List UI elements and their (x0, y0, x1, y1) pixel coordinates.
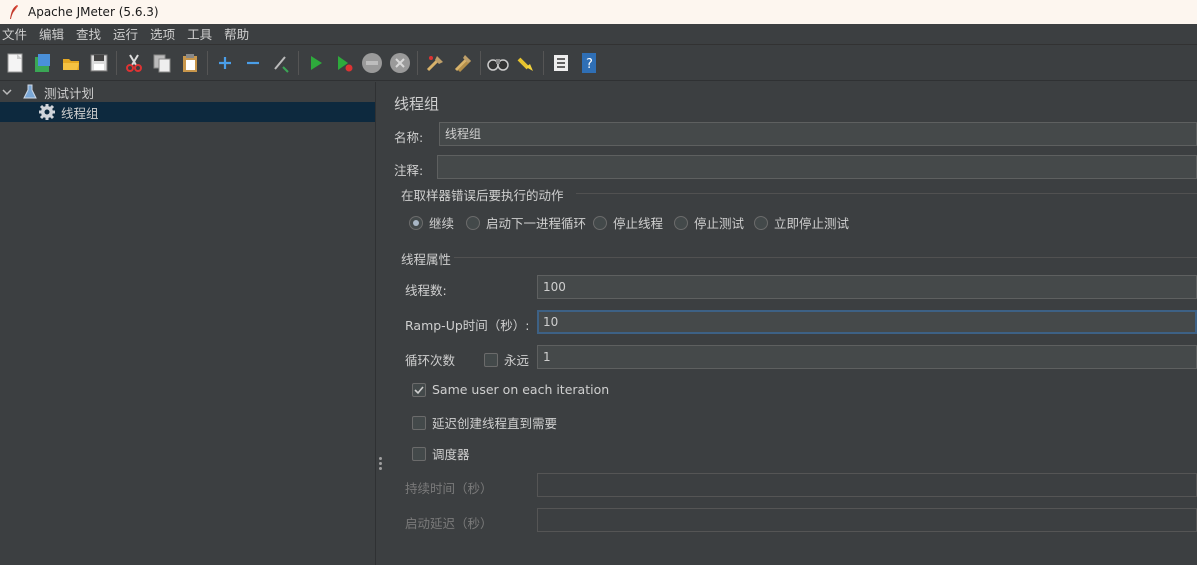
reset-search-icon[interactable] (515, 52, 537, 74)
name-label: 名称: (394, 130, 424, 145)
window-title: Apache JMeter (5.6.3) (28, 5, 159, 19)
radio-continue[interactable]: 继续 (409, 213, 454, 232)
gear-icon (37, 103, 57, 121)
checkbox-box[interactable] (412, 415, 426, 430)
shutdown-icon[interactable] (389, 52, 411, 74)
help-icon[interactable]: ? (578, 52, 600, 74)
toolbar-separator (207, 50, 208, 75)
startup-delay-field (537, 508, 1197, 532)
comment-label: 注释: (394, 163, 424, 178)
templates-icon[interactable] (32, 52, 54, 74)
radio-label: 停止线程 (613, 216, 664, 231)
startup-delay-label: 启动延迟（秒） (405, 516, 493, 531)
new-icon[interactable] (4, 52, 26, 74)
thread-properties-group-title: 线程属性 (401, 252, 452, 267)
duration-field (537, 473, 1197, 497)
menu-tools[interactable]: 工具 (185, 24, 216, 45)
page-title: 线程组 (394, 95, 440, 113)
radio-label: 立即停止测试 (774, 216, 850, 231)
toolbar-separator (480, 50, 481, 75)
group-divider (454, 257, 1197, 258)
title-bar: Apache JMeter (5.6.3) (0, 0, 1197, 24)
threads-field[interactable]: 100 (537, 275, 1197, 299)
split-pane-divider[interactable] (375, 82, 386, 565)
checkmark-icon (414, 385, 424, 394)
menu-bar: 文件 编辑 查找 运行 选项 工具 帮助 (0, 24, 1197, 45)
checkbox-box[interactable] (484, 352, 498, 367)
rampup-field[interactable]: 10 (537, 310, 1197, 334)
clear-all-icon[interactable] (452, 52, 474, 74)
checkbox-label: 永远 (504, 353, 530, 368)
radio-stop-test[interactable]: 停止测试 (674, 213, 744, 232)
toolbar-separator (116, 50, 117, 75)
toolbar-separator (298, 50, 299, 75)
copy-icon[interactable] (151, 52, 173, 74)
collapse-icon[interactable] (242, 52, 264, 74)
drag-handle-icon[interactable] (379, 457, 383, 471)
chevron-down-icon[interactable] (0, 87, 14, 97)
loop-count-label: 循环次数 (405, 353, 456, 368)
delay-thread-creation-checkbox[interactable]: 延迟创建线程直到需要 (412, 413, 557, 432)
start-icon[interactable] (305, 52, 327, 74)
tree-node-test-plan[interactable]: 测试计划 (0, 82, 375, 102)
forever-checkbox[interactable]: 永远 (484, 350, 529, 369)
radio-label: 停止测试 (694, 216, 745, 231)
comment-field[interactable] (437, 155, 1197, 179)
radio-start-next-loop[interactable]: 启动下一进程循环 (466, 213, 586, 232)
expand-icon[interactable] (214, 52, 236, 74)
open-icon[interactable] (60, 52, 82, 74)
rampup-label: Ramp-Up时间（秒）: (405, 318, 530, 333)
loop-count-field[interactable]: 1 (537, 345, 1197, 369)
search-icon[interactable] (487, 52, 509, 74)
name-field[interactable]: 线程组 (439, 122, 1197, 146)
checkbox-label: 调度器 (432, 447, 470, 462)
function-helper-icon[interactable] (550, 52, 572, 74)
tree-node-label: 测试计划 (44, 85, 95, 101)
radio-label: 继续 (429, 216, 455, 231)
svg-text:?: ? (586, 57, 593, 72)
radio-stop-thread[interactable]: 停止线程 (593, 213, 663, 232)
same-user-checkbox[interactable]: Same user on each iteration (412, 382, 609, 397)
menu-run[interactable]: 运行 (111, 24, 142, 45)
tree-node-label: 线程组 (61, 105, 99, 121)
checkbox-box[interactable] (412, 382, 426, 397)
scheduler-checkbox[interactable]: 调度器 (412, 444, 470, 463)
checkbox-label: Same user on each iteration (432, 382, 610, 397)
tree-node-thread-group[interactable]: 线程组 (0, 102, 375, 122)
start-no-pause-icon[interactable] (333, 52, 355, 74)
radio-button[interactable] (674, 215, 688, 230)
clear-icon[interactable] (424, 52, 446, 74)
paste-icon[interactable] (179, 52, 201, 74)
radio-button[interactable] (466, 215, 480, 230)
radio-stop-test-now[interactable]: 立即停止测试 (754, 213, 849, 232)
thread-group-panel: 线程组 名称: 线程组 注释: 在取样器错误后要执行的动作 继续 启动下一进程循… (386, 82, 1197, 565)
menu-file[interactable]: 文件 (0, 24, 31, 45)
duration-label: 持续时间（秒） (405, 481, 493, 496)
radio-button[interactable] (754, 215, 768, 230)
group-divider (576, 193, 1197, 194)
threads-label: 线程数: (405, 283, 447, 298)
toolbar: ? (0, 45, 1197, 81)
checkbox-label: 延迟创建线程直到需要 (432, 416, 558, 431)
on-error-group-title: 在取样器错误后要执行的动作 (401, 188, 564, 203)
radio-button[interactable] (409, 215, 423, 230)
radio-button[interactable] (593, 215, 607, 230)
radio-label: 启动下一进程循环 (486, 216, 587, 231)
test-plan-tree: 测试计划 线程组 (0, 82, 375, 565)
stop-icon[interactable] (361, 52, 383, 74)
flask-icon (20, 84, 40, 100)
menu-edit[interactable]: 编辑 (37, 24, 68, 45)
menu-options[interactable]: 选项 (148, 24, 179, 45)
checkbox-box[interactable] (412, 446, 426, 461)
toggle-icon[interactable] (270, 52, 292, 74)
menu-search[interactable]: 查找 (74, 24, 105, 45)
toolbar-separator (543, 50, 544, 75)
save-icon[interactable] (88, 52, 110, 74)
menu-help[interactable]: 帮助 (222, 24, 253, 45)
jmeter-feather-icon (0, 0, 28, 24)
cut-icon[interactable] (123, 52, 145, 74)
toolbar-separator (417, 50, 418, 75)
